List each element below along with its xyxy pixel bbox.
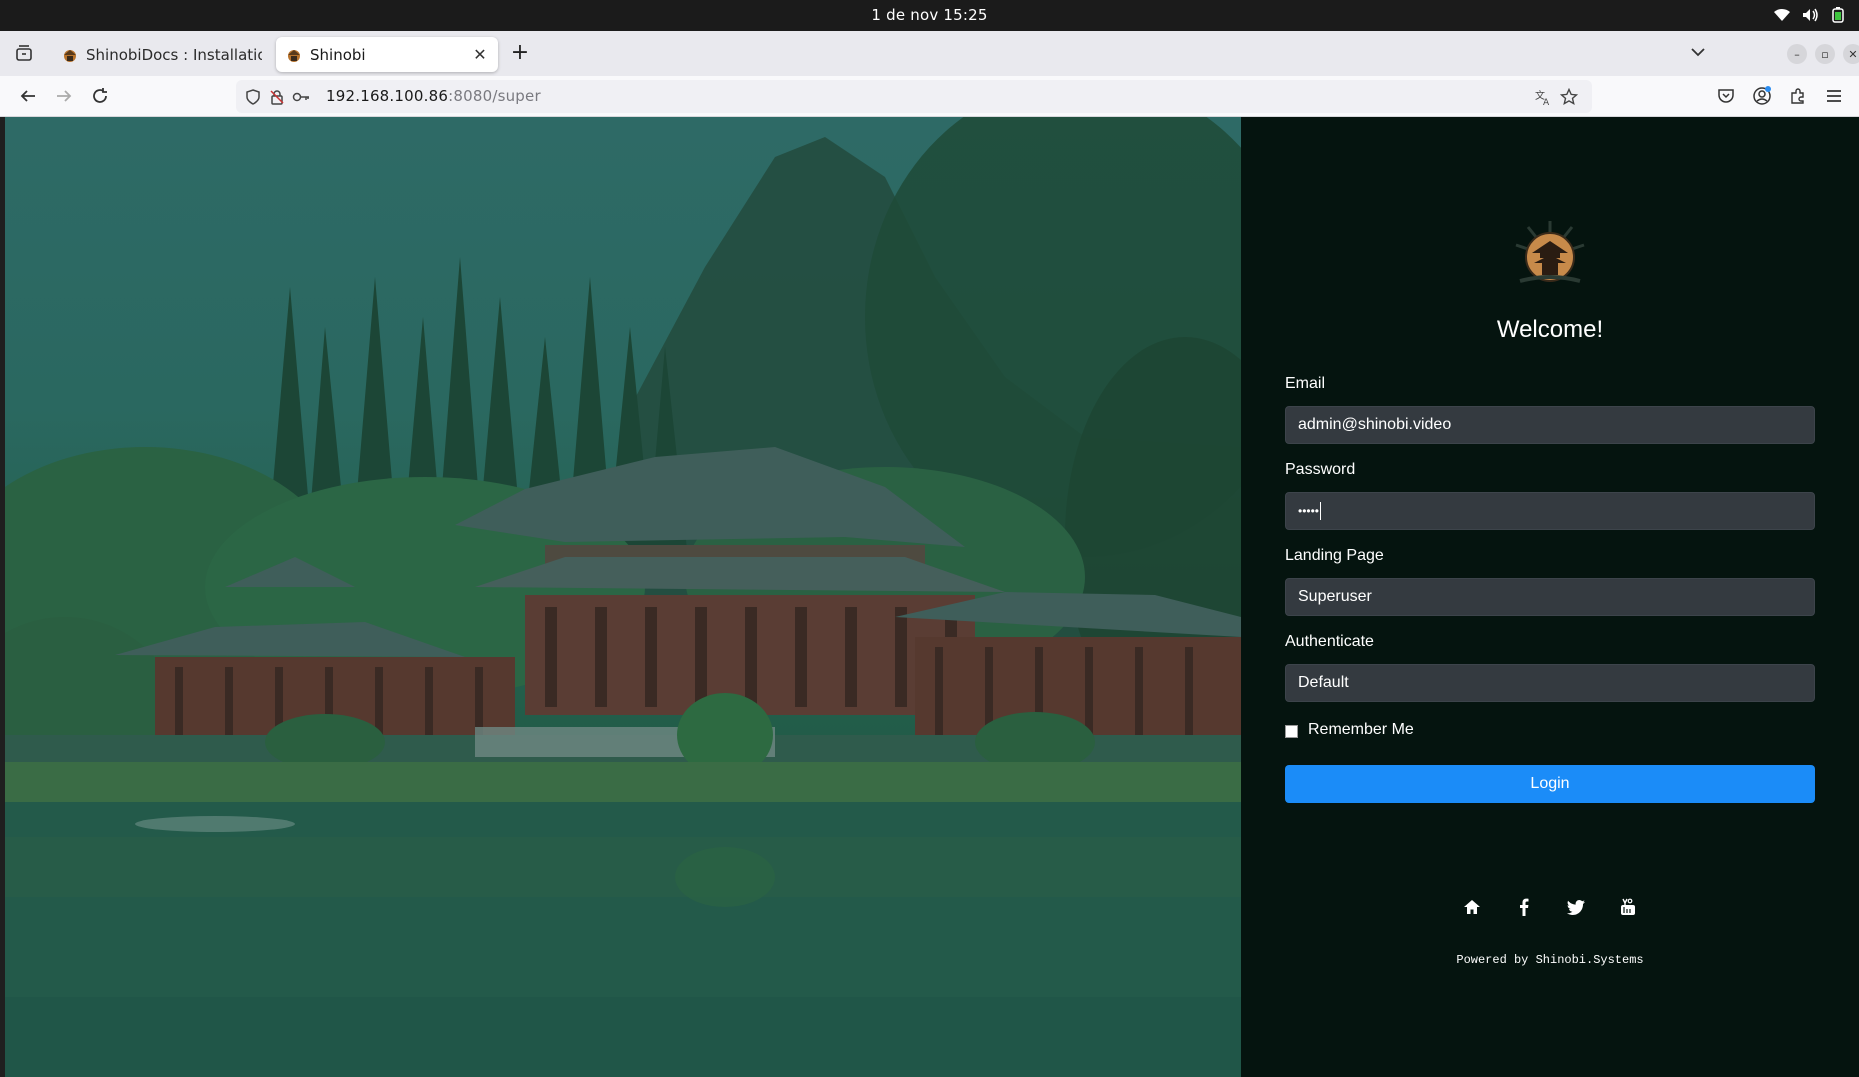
password-label: Password (1285, 461, 1356, 478)
authenticate-select[interactable]: Default (1285, 664, 1815, 702)
url-host: 192.168.100.86 (326, 87, 449, 105)
email-field[interactable]: admin@shinobi.video (1285, 406, 1815, 444)
close-tab-icon[interactable]: ✕ (472, 46, 488, 63)
system-tray[interactable] (1773, 6, 1847, 24)
remember-me-checkbox[interactable] (1285, 724, 1298, 738)
login-panel: Welcome! Email admin@shinobi.video Passw… (1241, 117, 1859, 1077)
email-label: Email (1285, 375, 1326, 392)
url-bar[interactable]: 192.168.100.86:8080/super 文A (236, 80, 1592, 113)
close-window-icon[interactable]: ✕ (1843, 44, 1859, 64)
landing-page-select[interactable]: Superuser (1285, 578, 1815, 616)
page-content: Welcome! Email admin@shinobi.video Passw… (5, 117, 1859, 1077)
svg-text:A: A (1543, 98, 1550, 106)
background-image-temple (5, 117, 1241, 1077)
shinobi-logo (1510, 217, 1590, 297)
pocket-icon[interactable] (1714, 84, 1738, 108)
hamburger-menu-icon[interactable] (1822, 84, 1846, 108)
facebook-icon[interactable] (1514, 897, 1534, 917)
social-links (1241, 897, 1859, 917)
extensions-icon[interactable] (1786, 84, 1810, 108)
welcome-heading: Welcome! (1496, 316, 1604, 343)
back-arrow-icon[interactable] (16, 84, 40, 108)
restore-window-icon[interactable]: ▫ (1815, 44, 1835, 64)
bookmark-star-icon[interactable] (1560, 88, 1578, 106)
text-caret (1320, 502, 1322, 520)
powered-by-text[interactable]: Powered by Shinobi.Systems (1241, 953, 1859, 967)
twitter-icon[interactable] (1566, 897, 1586, 917)
browser-chrome: ShinobiDocs : Installation > Shinobi ✕ +… (0, 31, 1859, 117)
login-button[interactable]: Login (1285, 765, 1815, 803)
password-field[interactable]: ••••• (1285, 492, 1815, 530)
minimize-window-icon[interactable]: – (1787, 44, 1807, 64)
url-text[interactable]: 192.168.100.86:8080/super (326, 87, 541, 105)
wifi-icon[interactable] (1773, 6, 1791, 24)
shield-icon[interactable] (244, 88, 262, 106)
home-icon[interactable] (1462, 897, 1482, 917)
landing-page-label: Landing Page (1285, 547, 1384, 564)
landing-page-value: Superuser (1298, 588, 1372, 605)
navigation-bar: 192.168.100.86:8080/super 文A (0, 76, 1859, 117)
password-value: ••••• (1298, 504, 1320, 518)
chevron-down-icon[interactable] (1689, 43, 1709, 63)
reload-icon[interactable] (88, 84, 112, 108)
tab-strip: ShinobiDocs : Installation > Shinobi ✕ +… (0, 31, 1859, 76)
tab-shinobi[interactable]: Shinobi ✕ (276, 37, 498, 72)
tab-title: Shinobi (310, 45, 366, 64)
remember-me-row[interactable]: Remember Me (1285, 721, 1414, 739)
remember-me-label[interactable]: Remember Me (1308, 721, 1414, 739)
new-tab-icon[interactable]: + (508, 42, 532, 66)
translate-icon[interactable]: 文A (1534, 88, 1552, 106)
key-icon[interactable] (292, 88, 310, 106)
email-value: admin@shinobi.video (1298, 416, 1452, 433)
shinobi-favicon-icon (286, 47, 302, 63)
youtube-icon[interactable] (1618, 897, 1638, 917)
tab-title: ShinobiDocs : Installation > (86, 45, 262, 64)
url-path: :8080/super (448, 87, 541, 105)
forward-arrow-icon[interactable] (52, 84, 76, 108)
volume-icon[interactable] (1801, 6, 1819, 24)
shinobi-favicon-icon (62, 47, 78, 63)
tab-shinobi-docs[interactable]: ShinobiDocs : Installation > (52, 37, 272, 72)
system-top-bar: 1 de nov 15:25 (0, 0, 1859, 31)
authenticate-label: Authenticate (1285, 633, 1374, 650)
authenticate-value: Default (1298, 674, 1349, 691)
temple-landscape-illustration (5, 117, 1241, 1077)
system-clock[interactable]: 1 de nov 15:25 (0, 6, 1859, 24)
account-icon[interactable] (1750, 84, 1774, 108)
battery-icon[interactable] (1829, 6, 1847, 24)
tab-overview-icon[interactable] (14, 43, 36, 65)
insecure-lock-icon[interactable] (268, 88, 286, 106)
